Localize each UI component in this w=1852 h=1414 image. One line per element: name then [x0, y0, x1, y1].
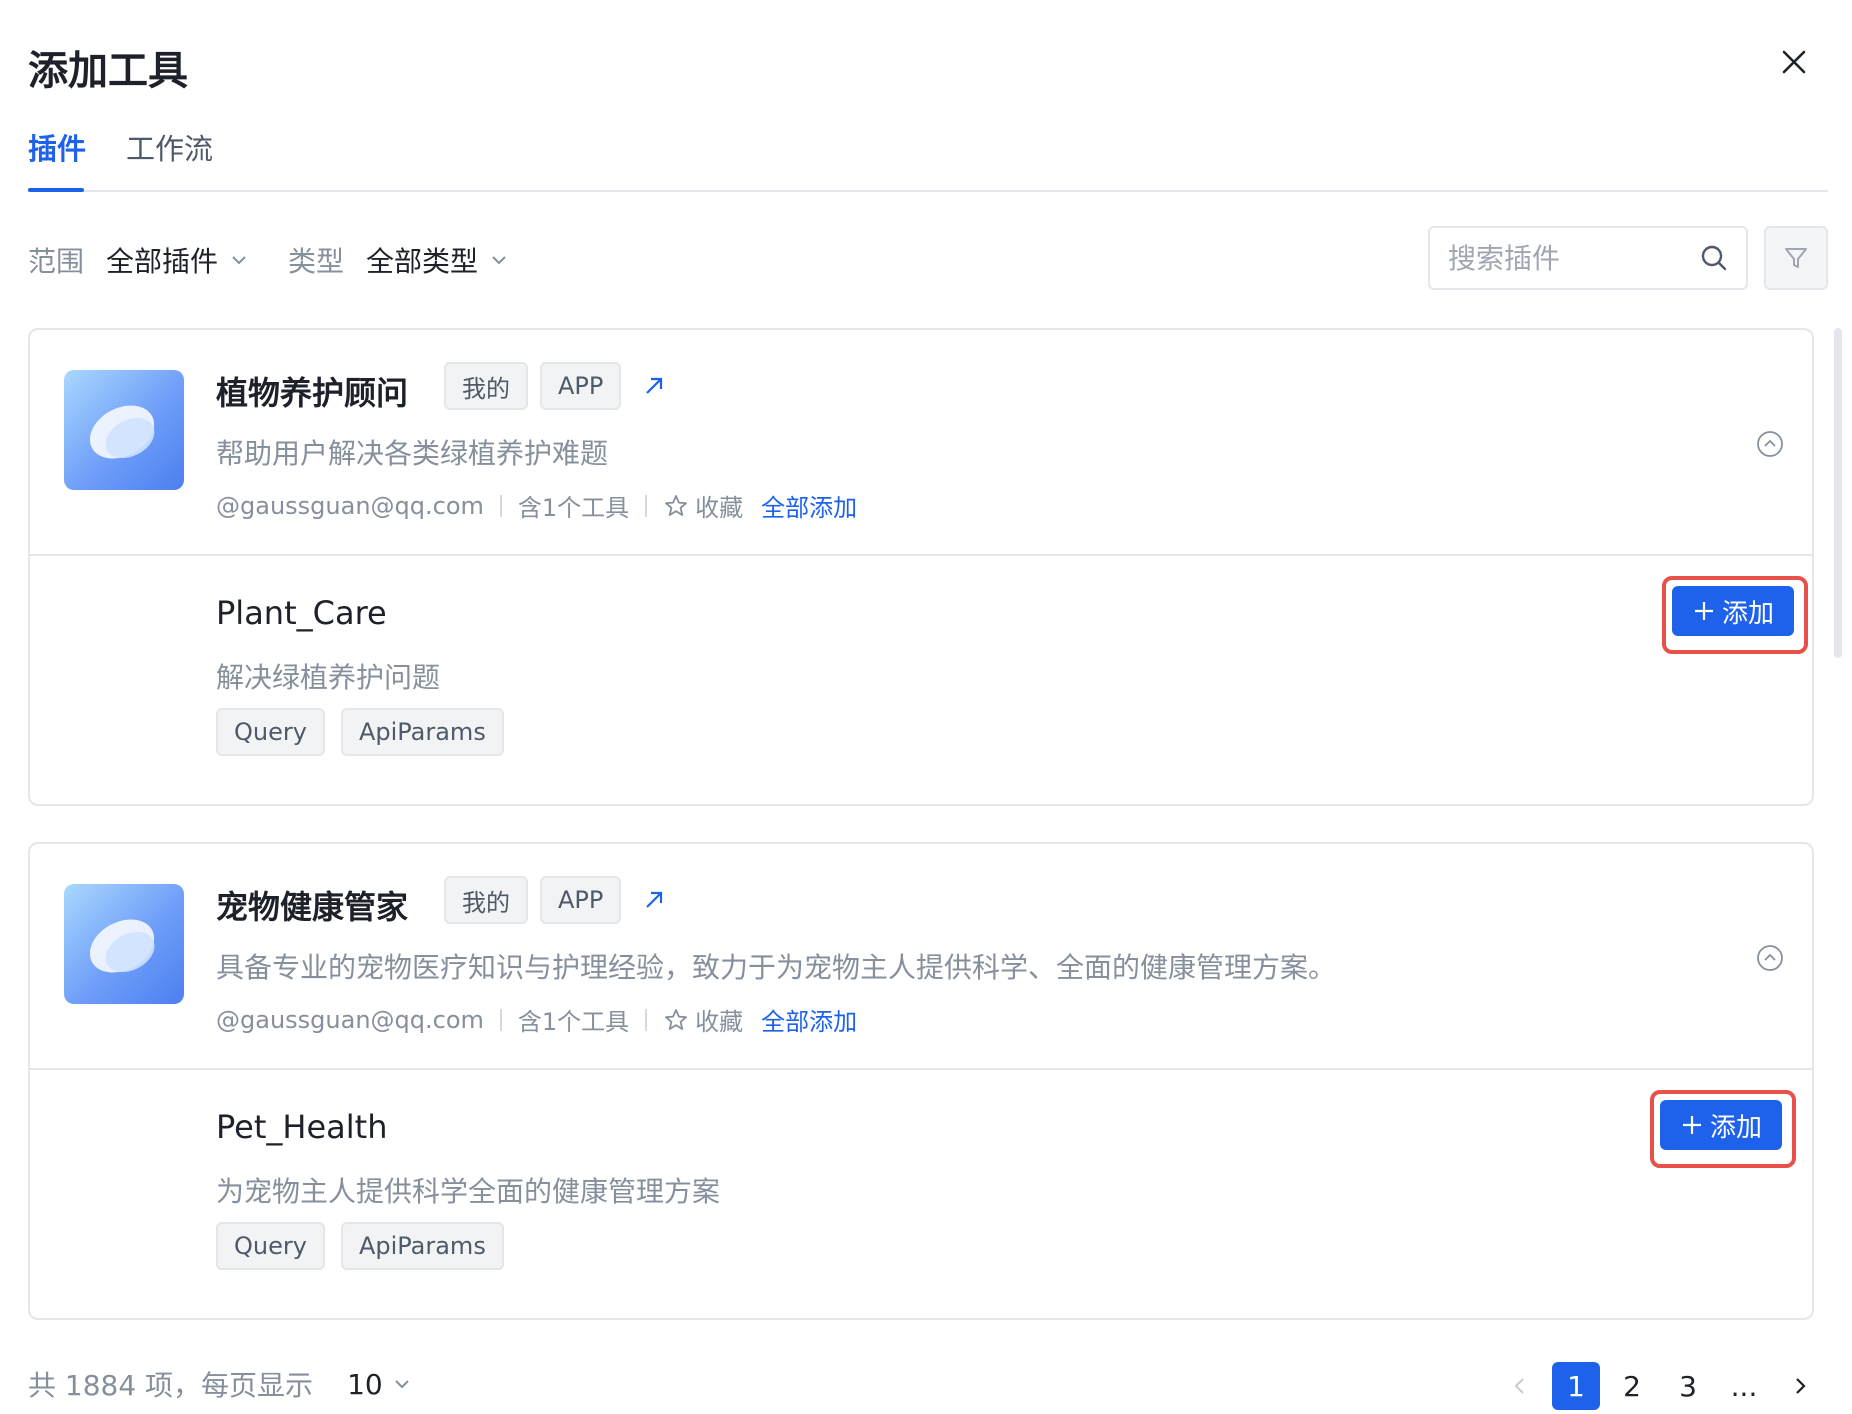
page-ellipsis[interactable]: ... [1720, 1362, 1768, 1410]
plugin-name: 植物养护顾问 [216, 374, 409, 412]
tool-count: 含1个工具 [517, 1008, 630, 1036]
badge-app: APP [540, 876, 622, 924]
star-icon [665, 1008, 688, 1030]
pagination: 1 2 3 ... [1488, 1362, 1824, 1410]
type-label: 类型 [288, 245, 345, 278]
param-tag: Query [216, 708, 325, 756]
tool-params: Query ApiParams [216, 708, 520, 756]
author: @gaussguan@qq.com [216, 1005, 484, 1034]
param-tag: Query [216, 1222, 325, 1270]
search-icon[interactable] [1700, 244, 1728, 272]
scope-label: 范围 [28, 245, 85, 278]
plus-icon [1694, 602, 1713, 620]
page-size-dropdown[interactable]: 10 [347, 1368, 411, 1401]
tab-bar: 插件 工作流 [28, 120, 1828, 192]
dialog-title: 添加工具 [28, 48, 188, 94]
total-count: 共 1884 项，每页显示 [28, 1369, 314, 1402]
plugin-meta: @gaussguan@qq.com 含1个工具 收藏 全部添加 [216, 488, 857, 523]
plugin-card: 宠物健康管家 我的 APP 具备专业的宠物医疗知识与护理经验，致力于为宠物主人提… [28, 842, 1814, 1320]
favorite-label: 收藏 [695, 1008, 744, 1036]
filter-icon [1785, 248, 1807, 268]
filter-bar: 范围 全部插件 类型 全部类型 [28, 240, 548, 280]
param-tag: ApiParams [340, 1222, 504, 1270]
plugin-name: 宠物健康管家 [216, 888, 409, 926]
tool-name: Plant_Care [216, 594, 387, 632]
star-icon [665, 494, 688, 516]
add-button-highlight: 添加 [1662, 576, 1808, 654]
page-1[interactable]: 1 [1552, 1362, 1600, 1410]
scrollbar[interactable] [1834, 328, 1842, 658]
filter-button[interactable] [1764, 226, 1828, 290]
external-link-icon[interactable] [640, 886, 668, 914]
badge-mine: 我的 [444, 876, 528, 924]
chevron-right-icon [1796, 1378, 1806, 1394]
chevron-down-icon [492, 256, 506, 265]
tab-plugins[interactable]: 插件 [28, 126, 86, 168]
page-size-value: 10 [347, 1367, 383, 1401]
plugin-header: 宠物健康管家 我的 APP 具备专业的宠物医疗知识与护理经验，致力于为宠物主人提… [30, 844, 1812, 1070]
tool-description: 解决绿植养护问题 [216, 661, 441, 694]
prev-page-button[interactable] [1496, 1362, 1544, 1410]
pagination-info: 共 1884 项，每页显示 10 [28, 1364, 411, 1404]
type-dropdown[interactable]: 全部类型 [366, 240, 508, 280]
badge-mine: 我的 [444, 362, 528, 410]
add-label: 添加 [1709, 1112, 1762, 1143]
add-label: 添加 [1721, 598, 1774, 629]
tool-description: 为宠物主人提供科学全面的健康管理方案 [216, 1175, 721, 1208]
plugin-meta: @gaussguan@qq.com 含1个工具 收藏 全部添加 [216, 1002, 857, 1037]
chevron-left-icon [1514, 1378, 1524, 1394]
collapse-up-icon[interactable] [1756, 944, 1784, 972]
plugin-header: 植物养护顾问 我的 APP 帮助用户解决各类绿植养护难题 @gaussguan@… [30, 330, 1812, 556]
search-input[interactable] [1448, 241, 1700, 275]
add-tool-button[interactable]: 添加 [1660, 1100, 1782, 1150]
type-value: 全部类型 [366, 245, 479, 278]
favorite-label: 收藏 [695, 494, 744, 522]
page-2[interactable]: 2 [1608, 1362, 1656, 1410]
plugin-logo [64, 884, 184, 1004]
divider [499, 494, 502, 517]
next-page-button[interactable] [1776, 1362, 1824, 1410]
plugin-logo [64, 370, 184, 490]
author: @gaussguan@qq.com [216, 491, 484, 520]
divider [499, 1008, 502, 1031]
add-button-highlight: 添加 [1650, 1090, 1796, 1168]
divider [645, 1008, 648, 1031]
close-icon[interactable] [1776, 44, 1812, 80]
plus-icon [1682, 1116, 1701, 1134]
tool-item: Plant_Care 解决绿植养护问题 Query ApiParams 添加 [30, 556, 1812, 804]
search-box [1428, 226, 1748, 290]
divider [645, 494, 648, 517]
add-all-link[interactable]: 全部添加 [761, 1002, 857, 1037]
scope-dropdown[interactable]: 全部插件 [106, 240, 248, 280]
collapse-up-icon[interactable] [1756, 430, 1784, 458]
add-all-link[interactable]: 全部添加 [761, 488, 857, 523]
badge-app: APP [540, 362, 622, 410]
scope-value: 全部插件 [106, 245, 219, 278]
tool-name: Pet_Health [216, 1108, 388, 1146]
param-tag: ApiParams [340, 708, 504, 756]
tab-workflow[interactable]: 工作流 [126, 126, 213, 168]
tool-params: Query ApiParams [216, 1222, 520, 1270]
page-3[interactable]: 3 [1664, 1362, 1712, 1410]
chevron-down-icon [232, 256, 246, 265]
plugin-card: 植物养护顾问 我的 APP 帮助用户解决各类绿植养护难题 @gaussguan@… [28, 328, 1814, 806]
favorite-button[interactable]: 收藏 [663, 488, 743, 523]
plugin-description: 帮助用户解决各类绿植养护难题 [216, 437, 609, 470]
favorite-button[interactable]: 收藏 [663, 1002, 743, 1037]
plugin-description: 具备专业的宠物医疗知识与护理经验，致力于为宠物主人提供科学、全面的健康管理方案。 [216, 951, 1337, 984]
chevron-down-icon [394, 1380, 409, 1389]
add-tool-button[interactable]: 添加 [1672, 586, 1794, 636]
tool-item: Pet_Health 为宠物主人提供科学全面的健康管理方案 Query ApiP… [30, 1070, 1812, 1318]
active-tab-indicator [28, 188, 84, 192]
external-link-icon[interactable] [640, 372, 668, 400]
tool-count: 含1个工具 [517, 494, 630, 522]
